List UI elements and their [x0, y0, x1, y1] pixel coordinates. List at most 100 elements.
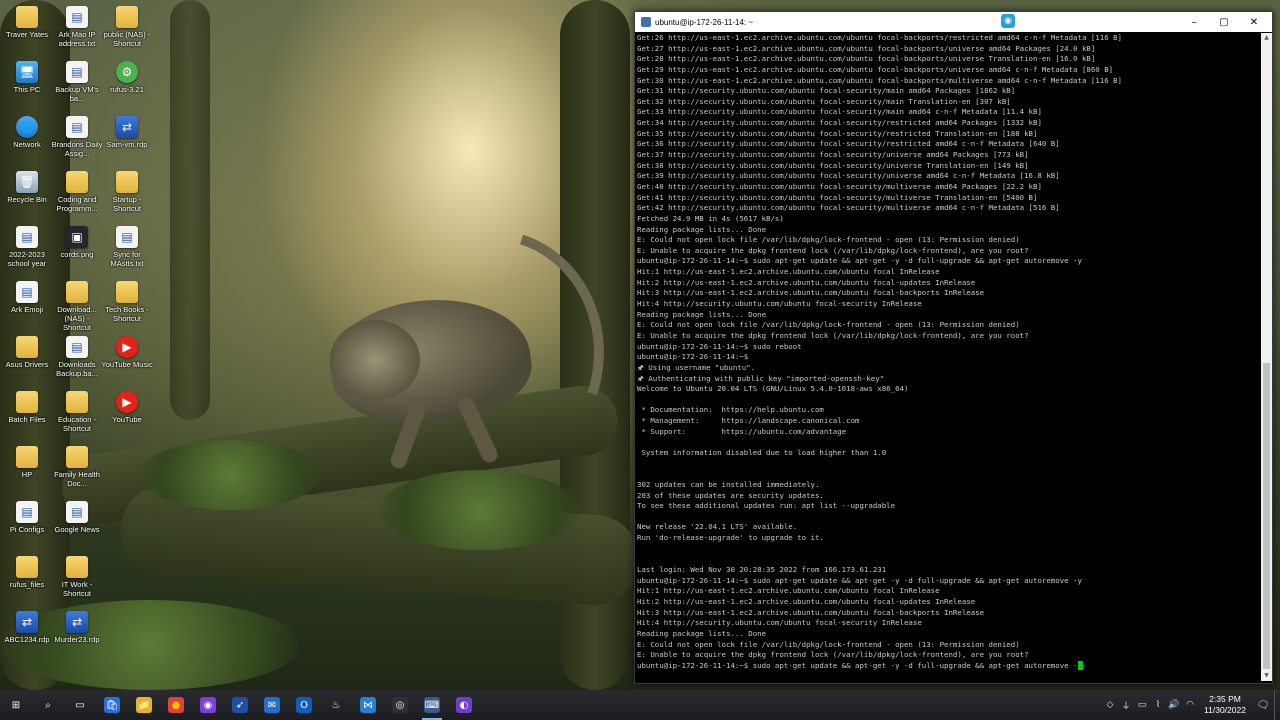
terminal-current-command: ubuntu@ip-172-26-11-14:~$ sudo apt-get u… — [637, 660, 1078, 670]
terminal-line: ubuntu@ip-172-26-11-14:~$ sudo reboot — [637, 341, 802, 351]
scroll-up-arrow-icon[interactable]: ▲ — [1261, 33, 1272, 43]
remote-desktop-icon: ⇄ — [66, 611, 88, 633]
desktop-icon-label: Brandons Daily Assig... — [51, 140, 103, 158]
terminal-line: ubuntu@ip-172-26-11-14:~$ sudo apt-get u… — [637, 256, 1082, 266]
terminal-line: E: Could not open lock file /var/lib/dpk… — [637, 235, 1020, 245]
desktop-icon[interactable]: ⇄ Sam-vm.rdp — [100, 114, 154, 170]
desktop-icon[interactable]: Download... (NAS) - Shortcut — [50, 279, 104, 335]
desktop-icon[interactable]: Asus Drivers — [0, 334, 54, 390]
terminal-line: E: Unable to acquire the dpkg frontend l… — [637, 650, 1029, 660]
desktop-icon[interactable]: Batch Files — [0, 389, 54, 445]
desktop-icon[interactable]: ▤ Ark Mao IP address.txt — [50, 4, 104, 60]
desktop-icon[interactable]: Family Health Doc... — [50, 444, 104, 500]
scroll-down-arrow-icon[interactable]: ▼ — [1261, 671, 1272, 681]
taskbar-button[interactable]: O — [288, 690, 320, 720]
notification-icon[interactable]: 🗨 — [1252, 690, 1274, 720]
terminal-line: Reading package lists... Done — [637, 224, 767, 234]
taskbar-button[interactable]: 📁 — [128, 690, 160, 720]
show-desktop-button[interactable] — [1274, 690, 1280, 720]
taskbar-button[interactable]: ⌨ — [416, 690, 448, 720]
desktop-icon[interactable]: ⇄ Murder23.rdp — [50, 609, 104, 665]
desktop-icon[interactable]: 🖥 This PC — [0, 59, 54, 115]
desktop-icon-label: Pi Configs — [9, 525, 45, 534]
desktop-icon[interactable]: Tech Books - Shortcut — [100, 279, 154, 335]
scrollbar-thumb[interactable] — [1263, 363, 1270, 669]
display-icon[interactable]: ▭ — [1134, 690, 1150, 720]
terminal-scrollbar[interactable]: ▲ ▼ — [1261, 33, 1272, 681]
usb-icon[interactable]: ⏚ — [1118, 690, 1134, 720]
terminal-line: Last login: Wed Nov 30 20:28:35 2022 fro… — [637, 565, 887, 575]
terminal-line: To see these additional updates run: apt… — [637, 501, 896, 511]
taskbar-button[interactable]: ⊞ — [0, 690, 32, 720]
desktop-icon[interactable]: ▤ Pi Configs — [0, 499, 54, 555]
desktop-icon[interactable]: Traver Yates — [0, 4, 54, 60]
taskbar-button[interactable]: ◎ — [384, 690, 416, 720]
desktop-icon[interactable]: Coding and Programm... — [50, 169, 104, 225]
desktop-icon[interactable]: ▶ YouTube Music — [100, 334, 154, 390]
desktop-icon-label: Asus Drivers — [5, 360, 49, 369]
clock[interactable]: 2:35 PM 11/30/2022 — [1198, 694, 1252, 716]
terminal-line: Reading package lists... Done — [637, 628, 767, 638]
taskbar-button[interactable]: ◉ — [192, 690, 224, 720]
terminal-window[interactable]: ubuntu@ip-172-26-11-14: ~ ◉ – ▢ ✕ Get:26… — [634, 11, 1273, 684]
taskbar-button[interactable]: 🛍 — [96, 690, 128, 720]
close-button[interactable]: ✕ — [1239, 12, 1269, 32]
desktop-icon[interactable]: ⚙ rufus-3.21 — [100, 59, 154, 115]
terminal-line: Hit:2 http://us-east-1.ec2.archive.ubunt… — [637, 596, 976, 606]
minimize-button[interactable]: – — [1179, 12, 1209, 32]
usb-icon: ⚙ — [116, 61, 138, 83]
terminal-line: Hit:4 http://security.ubuntu.com/ubuntu … — [637, 618, 922, 628]
terminal-line: New release '22.04.1 LTS' available. — [637, 522, 798, 532]
terminal-line: 🖈 Authenticating with public key "import… — [637, 373, 885, 383]
taskbar-button[interactable]: ▭ — [64, 690, 96, 720]
desktop-icon[interactable]: ▣ cords.png — [50, 224, 104, 280]
tray-icons: ◇ ⏚ ▭ ⌇ 🔊 ◠ — [1102, 690, 1198, 720]
desktop-icon[interactable]: Education - Shortcut — [50, 389, 104, 445]
terminal-input-line[interactable]: ubuntu@ip-172-26-11-14:~$ sudo apt-get u… — [637, 661, 1260, 672]
desktop-icon[interactable]: ▤ Downloads Backup.ba... — [50, 334, 104, 390]
desktop-icon[interactable]: 🗑 Recycle Bin — [0, 169, 54, 225]
network-tray-icon[interactable]: ⌇ — [1150, 690, 1166, 720]
terminal-line: ubuntu@ip-172-26-11-14:~$ sudo apt-get u… — [637, 575, 1082, 585]
desktop-icon[interactable]: HP — [0, 444, 54, 500]
task-view-icon: ▭ — [75, 699, 85, 711]
desktop-icon[interactable]: ▤ Google News — [50, 499, 104, 555]
desktop-icon[interactable]: ▤ Sync for MAstts.txt — [100, 224, 154, 280]
desktop-icon[interactable]: ▤ 2022-2023 school year — [0, 224, 54, 280]
maximize-button[interactable]: ▢ — [1209, 12, 1239, 32]
computer-icon: 🖥 — [16, 61, 38, 83]
desktop-icon[interactable]: IT Work - Shortcut — [50, 554, 104, 610]
desktop-icon[interactable]: public (NAS) - Shortcut — [100, 4, 154, 60]
desktop-icon-label: Backup VM's ba... — [55, 85, 99, 103]
screen-capture-icon[interactable]: ◉ — [1001, 14, 1015, 28]
desktop-icon[interactable]: rufus_files — [0, 554, 54, 610]
desktop-icon[interactable]: Startup - Shortcut — [100, 169, 154, 225]
desktop-icon[interactable]: ▤ Brandons Daily Assig... — [50, 114, 104, 170]
terminal-title-bar[interactable]: ubuntu@ip-172-26-11-14: ~ ◉ – ▢ ✕ — [635, 12, 1272, 32]
taskbar: ⊞ ⌕ ▭ 🛍 📁 ● ◉ ➶ ✉ O ♨ ⋈ ◎ ⌨ ◐ ◇ ⏚ ▭ ⌇ 🔊 ◠ 2:35 PM 11/30/202… — [0, 690, 1280, 720]
text-file-icon: ▤ — [116, 226, 138, 248]
taskbar-button[interactable]: ♨ — [320, 690, 352, 720]
terminal-line: * Management: https://landscape.canonica… — [637, 416, 860, 426]
desktop-icon[interactable]: ▶ YouTube — [100, 389, 154, 445]
desktop-icon-label: This PC — [13, 85, 41, 94]
taskbar-button[interactable]: ● — [160, 690, 192, 720]
desktop-icon-label: Downloads Backup.ba... — [56, 360, 98, 378]
taskbar-button[interactable]: ⌕ — [32, 690, 64, 720]
taskbar-button[interactable]: ◐ — [448, 690, 480, 720]
desktop-icon[interactable]: ▤ Ark Emoji — [0, 279, 54, 335]
wifi-icon[interactable]: ◠ — [1182, 690, 1198, 720]
terminal-output[interactable]: Get:26 http://us-east-1.ec2.archive.ubun… — [637, 33, 1260, 681]
dropbox-icon[interactable]: ◇ — [1102, 690, 1118, 720]
volume-icon[interactable]: 🔊 — [1166, 690, 1182, 720]
flame-icon: ♨ — [331, 699, 341, 711]
desktop-icon[interactable]: ▤ Backup VM's ba... — [50, 59, 104, 115]
desktop-icon[interactable]: ⇄ ABC1234.rdp — [0, 609, 54, 665]
taskbar-button[interactable]: ➶ — [224, 690, 256, 720]
taskbar-button[interactable]: ✉ — [256, 690, 288, 720]
taskbar-button[interactable]: ⋈ — [352, 690, 384, 720]
desktop-icon[interactable]: 🌐 Network — [0, 114, 54, 170]
desktop-icon-label: public (NAS) - Shortcut — [103, 30, 151, 48]
wallpaper-tree — [170, 0, 210, 420]
